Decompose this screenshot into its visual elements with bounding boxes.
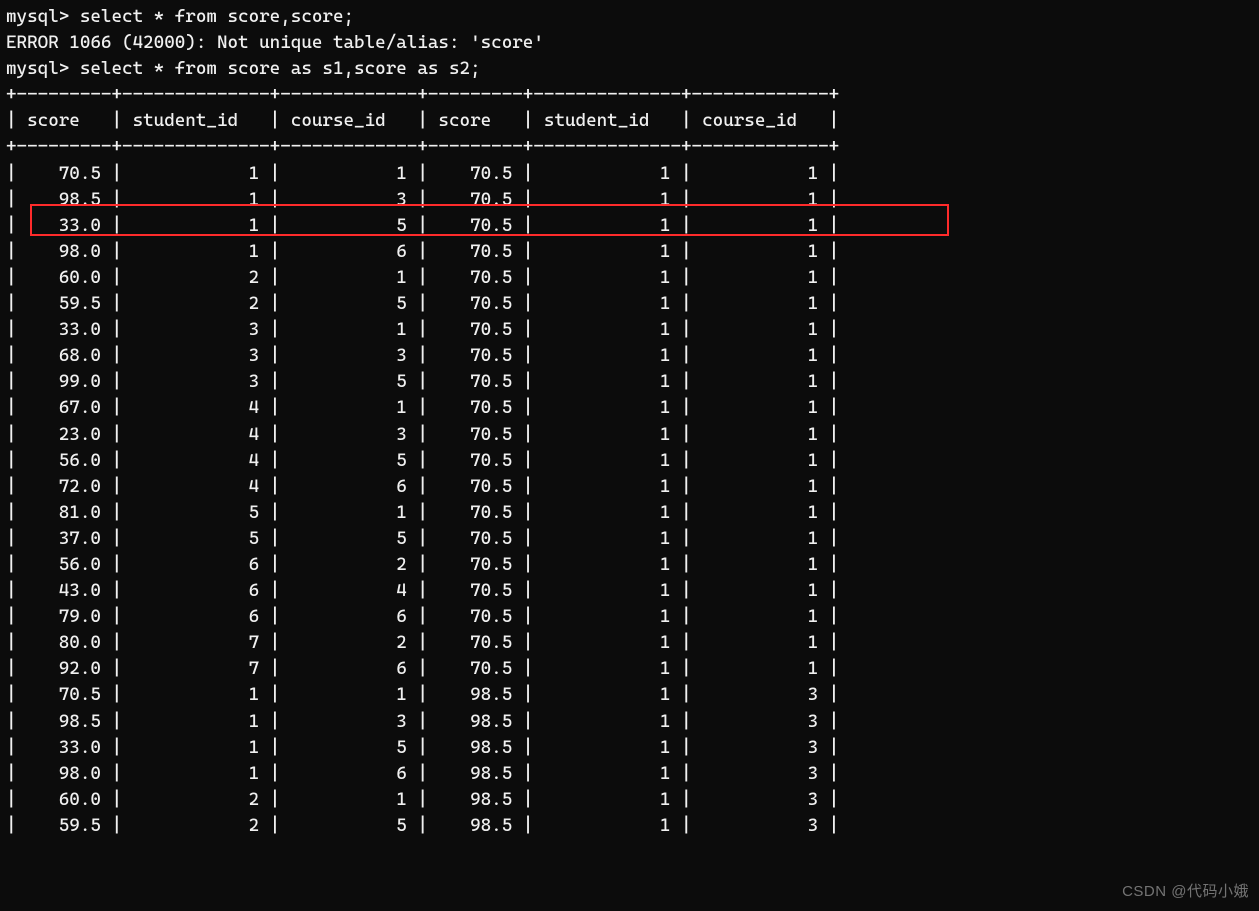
terminal-output: mysql> select * from score,score; ERROR … [0, 0, 1259, 843]
watermark-text: CSDN @代码小娥 [1122, 881, 1249, 903]
